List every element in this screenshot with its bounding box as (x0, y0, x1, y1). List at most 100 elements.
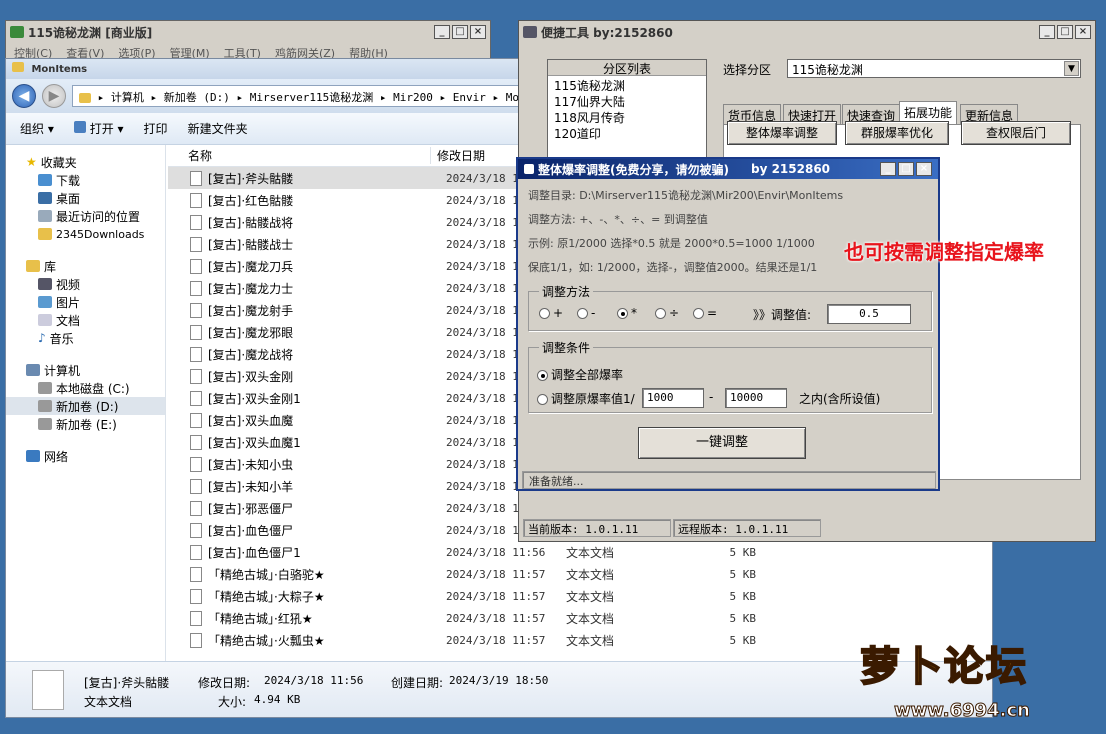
nav-2345downloads[interactable]: 2345Downloads (26, 225, 165, 243)
adjust-value-label: 》》调整值: (753, 308, 812, 322)
text-file-icon (32, 670, 64, 710)
chevron-down-icon[interactable]: ▼ (1064, 61, 1079, 76)
text-file-icon (190, 390, 202, 406)
current-version: 当前版本: 1.0.1.11 (523, 519, 671, 537)
dialog-title: 整体爆率调整(免费分享，请勿被骗) (538, 162, 729, 177)
text-file-icon (190, 214, 202, 230)
nav-libraries[interactable]: 库 (26, 257, 165, 275)
range-from-input[interactable]: 1000 (642, 388, 704, 408)
nav-downloads[interactable]: 下载 (26, 171, 165, 189)
table-row[interactable]: 「精绝古城」·红犼★ 2024/3/18 11:57 文本文档 5 KB (168, 607, 994, 629)
file-name: [复古]·骷髅战士 (208, 237, 294, 252)
text-file-icon (190, 302, 202, 318)
nav-pictures[interactable]: 图片 (26, 293, 165, 311)
adjust-range-radio[interactable]: 调整原爆率值1/ (537, 390, 635, 407)
floor-note-text: 保底1/1，如: 1/2000，选择-，调整值2000。结果还是1/1 (528, 261, 818, 274)
nav-favorites[interactable]: ★ 收藏夹 (26, 153, 165, 171)
adjust-all-radio[interactable]: 调整全部爆率 (537, 366, 623, 383)
text-file-icon (190, 192, 202, 208)
op-plus-radio[interactable]: + (539, 306, 563, 320)
column-name[interactable]: 名称 (168, 147, 430, 164)
table-row[interactable]: 「精绝古城」·白骆驼★ 2024/3/18 11:57 文本文档 5 KB (168, 563, 994, 585)
file-type: 文本文档 (566, 589, 615, 604)
condition-group: 调整条件 调整全部爆率 调整原爆率值1/ 1000 - 10000 之内(含所设… (528, 339, 932, 413)
back-icon[interactable]: ◀ (12, 84, 36, 108)
nav-videos[interactable]: 视频 (26, 275, 165, 293)
nav-drive-e[interactable]: 新加卷 (E:) (26, 415, 165, 433)
table-row[interactable]: 「精绝古城」·大粽子★ 2024/3/18 11:57 文本文档 5 KB (168, 585, 994, 607)
text-file-icon (190, 434, 202, 450)
network-icon (26, 450, 40, 462)
open-button[interactable]: 打开 ▾ (73, 120, 124, 137)
annotation-text: 也可按需调整指定爆率 (844, 240, 1044, 264)
op-minus-radio[interactable]: - (577, 306, 595, 320)
file-name: 「精绝古城」·白骆驼★ (208, 567, 325, 582)
op-equals-radio[interactable]: = (693, 306, 717, 320)
file-size: 5 KB (729, 545, 757, 559)
folder-icon (12, 62, 24, 72)
range-dash: - (709, 390, 714, 404)
breadcrumb-mir200[interactable]: Mir200 (393, 91, 433, 104)
maximize-button[interactable]: □ (1057, 25, 1073, 39)
file-name: [复古]·邪恶僵尸 (208, 501, 294, 516)
file-size: 5 KB (729, 589, 757, 603)
music-icon: ♪ (38, 331, 46, 345)
maximize-button[interactable]: □ (898, 162, 914, 176)
nav-network[interactable]: 网络 (26, 447, 165, 465)
method-group: 调整方法 + - * ÷ = 》》调整值: 0.5 (528, 283, 932, 331)
maximize-button[interactable]: □ (452, 25, 468, 39)
text-file-icon (190, 632, 202, 648)
group-drop-rate-button[interactable]: 群服爆率优化 (845, 121, 949, 145)
adjust-value-input[interactable]: 0.5 (827, 304, 911, 324)
star-icon: ★ (26, 155, 37, 169)
text-file-icon (190, 412, 202, 428)
close-button[interactable]: × (1075, 25, 1091, 39)
minimize-button[interactable]: _ (434, 25, 450, 39)
method-group-title: 调整方法 (539, 283, 594, 300)
nav-computer[interactable]: 计算机 (26, 361, 165, 379)
check-backdoor-button[interactable]: 查权限后门 (961, 121, 1071, 145)
list-item[interactable]: 115诡秘龙渊 (554, 78, 700, 94)
forward-icon[interactable]: ▶ (42, 84, 66, 108)
one-click-adjust-button[interactable]: 一键调整 (638, 427, 806, 459)
nav-recent[interactable]: 最近访问的位置 (26, 207, 165, 225)
nav-music[interactable]: ♪ 音乐 (26, 329, 165, 347)
list-item[interactable]: 117仙界大陆 (554, 94, 700, 110)
close-button[interactable]: × (470, 25, 486, 39)
close-button[interactable]: × (916, 162, 932, 176)
text-file-icon (190, 522, 202, 538)
print-button[interactable]: 打印 (144, 120, 168, 137)
text-file-icon (190, 368, 202, 384)
breadcrumb-mirserver[interactable]: Mirserver115诡秘龙渊 (250, 91, 373, 104)
file-size: 5 KB (729, 567, 757, 581)
details-type: 文本文档 (84, 695, 133, 709)
new-folder-button[interactable]: 新建文件夹 (188, 120, 248, 137)
nav-drive-d[interactable]: 新加卷 (D:) (6, 397, 165, 415)
op-divide-radio[interactable]: ÷ (655, 306, 679, 320)
tool-title: 便捷工具 by:2152860 (541, 25, 673, 40)
nav-drive-c[interactable]: 本地磁盘 (C:) (26, 379, 165, 397)
list-item[interactable]: 120道印 (554, 126, 700, 142)
details-pane: [复古]·斧头骷髅 修改日期: 2024/3/18 11:56 创建日期: 20… (6, 661, 992, 717)
file-name: [复古]·魔龙刀兵 (208, 259, 294, 274)
organize-button[interactable]: 组织 ▾ (20, 120, 54, 137)
adjust-directory: 调整目录: D:\Mirserver115诡秘龙渊\Mir200\Envir\M… (528, 189, 844, 202)
adjust-method-text: 调整方法: +、-、*、÷、= 到调整值 (528, 213, 708, 226)
minimize-button[interactable]: _ (880, 162, 896, 176)
text-file-icon (190, 610, 202, 626)
breadcrumb-computer[interactable]: 计算机 (111, 91, 144, 104)
minimize-button[interactable]: _ (1039, 25, 1055, 39)
nav-documents[interactable]: 文档 (26, 311, 165, 329)
breadcrumb-drive[interactable]: 新加卷 (D:) (164, 91, 230, 104)
partition-select[interactable]: 115诡秘龙渊 ▼ (787, 59, 1081, 78)
text-file-icon (190, 258, 202, 274)
breadcrumb-envir[interactable]: Envir (453, 91, 486, 104)
op-multiply-radio[interactable]: * (617, 306, 637, 320)
nav-desktop[interactable]: 桌面 (26, 189, 165, 207)
list-item[interactable]: 118风月传奇 (554, 110, 700, 126)
partition-list[interactable]: 分区列表 115诡秘龙渊 117仙界大陆 118风月传奇 120道印 (547, 59, 707, 163)
table-row[interactable]: [复古]·血色僵尸1 2024/3/18 11:56 文本文档 5 KB (168, 541, 994, 563)
range-to-input[interactable]: 10000 (725, 388, 787, 408)
dialog-title-author: by 2152860 (750, 162, 831, 176)
overall-drop-rate-button[interactable]: 整体爆率调整 (727, 121, 837, 145)
